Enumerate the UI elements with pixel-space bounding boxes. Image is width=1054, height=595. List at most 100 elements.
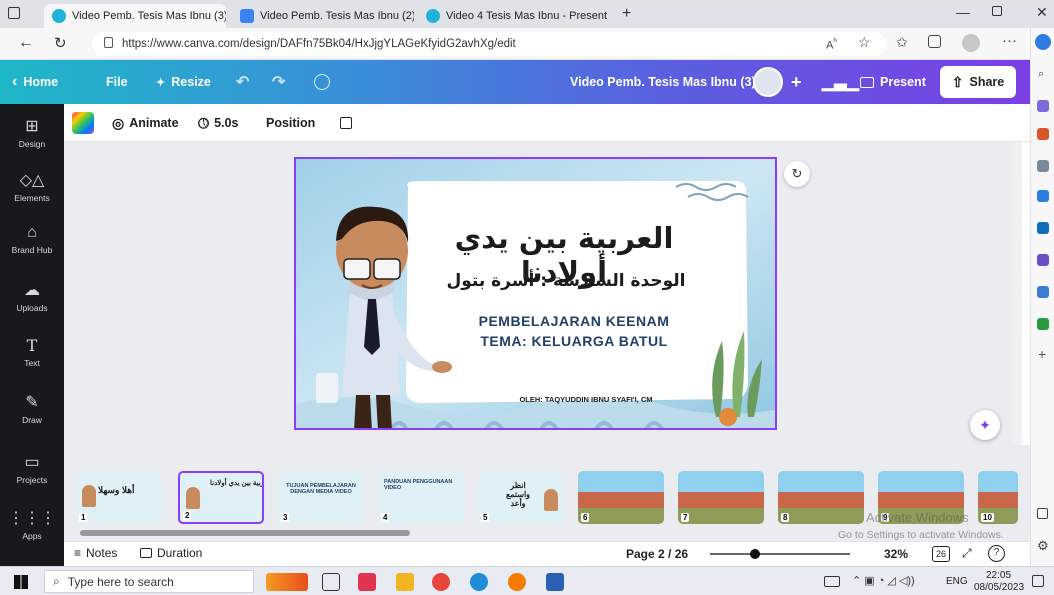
home-button[interactable]: ‹ Home — [12, 60, 58, 104]
outlook-icon[interactable] — [1037, 222, 1049, 234]
edge-icon[interactable] — [470, 573, 488, 591]
back-icon[interactable]: ← — [18, 34, 34, 52]
undo-button[interactable]: ↶ — [236, 60, 249, 104]
language-indicator[interactable]: ENG — [946, 576, 968, 587]
slide-line2[interactable]: TEMA: KELUARGA BATUL — [464, 333, 684, 349]
slide-2[interactable]: العربية بين يدي أولادنا الوحدة السادسة :… — [294, 157, 777, 430]
file-explorer-icon[interactable] — [396, 573, 414, 591]
present-button[interactable]: Present — [860, 60, 926, 104]
clock-time[interactable]: 22:05 — [986, 570, 1011, 581]
read-aloud-icon[interactable]: Aʰ — [826, 36, 837, 52]
sidebar-item-apps[interactable]: ⋮⋮⋮ Apps — [0, 508, 64, 541]
favorite-icon[interactable]: ☆ — [858, 34, 871, 51]
add-collaborator-button[interactable]: + — [791, 60, 802, 104]
clock-date[interactable]: 08/05/2023 — [974, 582, 1024, 593]
file-menu-button[interactable]: File — [106, 60, 128, 104]
search-app-icon[interactable] — [508, 573, 526, 591]
tab-actions-icon[interactable] — [8, 7, 20, 19]
add-sidebar-app-icon[interactable]: + — [1038, 346, 1046, 362]
word-icon[interactable] — [546, 573, 564, 591]
task-view-icon[interactable] — [322, 573, 340, 591]
restore-button[interactable] — [992, 6, 1002, 16]
zoom-level[interactable]: 32% — [884, 547, 908, 561]
sidebar-item-text[interactable]: T Text — [0, 336, 64, 368]
design-title[interactable]: Video Pemb. Tesis Mas Ibnu (3) — [570, 60, 756, 104]
fullscreen-icon[interactable]: ⤢ — [962, 546, 972, 561]
windows-start-icon[interactable] — [14, 575, 28, 589]
page-thumbnail[interactable]: TUJUAN PEMBELAJARAN DENGAN MEDIA VIDEO 3 — [278, 471, 364, 524]
url-field[interactable]: https://www.canva.com/design/DAFfn75Bk04… — [92, 32, 886, 56]
canvas-scrollbar[interactable] — [1012, 142, 1022, 445]
split-screen-icon[interactable] — [1037, 508, 1048, 519]
page-count-button[interactable]: 26 — [932, 546, 950, 562]
share-upload-icon: ⇧ — [951, 73, 964, 90]
page-indicator[interactable]: Page 2 / 26 — [626, 547, 688, 561]
taskbar-app-m-icon[interactable] — [358, 573, 376, 591]
profile-avatar-icon[interactable] — [962, 34, 980, 52]
bing-copilot-icon[interactable] — [1035, 34, 1051, 50]
browser-tab-2[interactable]: Video Pemb. Tesis Mas Ibnu (2) - ✕ — [232, 4, 414, 28]
sidebar-item-elements[interactable]: ◇△ Elements — [0, 170, 64, 203]
slide-line1[interactable]: PEMBELAJARAN KEENAM — [464, 313, 684, 329]
close-window-button[interactable]: ✕ — [1036, 4, 1048, 21]
duration-button[interactable]: 🕔︎ 5.0s — [198, 104, 238, 142]
sidebar-item-draw[interactable]: ✎ Draw — [0, 392, 64, 425]
activate-windows-watermark: Activate Windows — [866, 510, 969, 525]
minimize-button[interactable]: — — [956, 4, 970, 20]
zoom-slider[interactable] — [710, 553, 850, 555]
page-thumbnail[interactable]: 6 — [578, 471, 664, 524]
tag-icon[interactable] — [1037, 100, 1049, 112]
share-button[interactable]: ⇧ Share — [940, 66, 1016, 98]
taskbar-search-box[interactable]: ⌕ Type here to search — [44, 570, 254, 593]
cloud-saved-button[interactable] — [314, 60, 330, 104]
help-icon[interactable]: ? — [988, 545, 1005, 562]
sidebar-item-uploads[interactable]: ☁ Uploads — [0, 280, 64, 313]
duration-toggle-button[interactable]: Duration — [140, 546, 202, 560]
office-icon[interactable] — [1037, 190, 1049, 202]
collaborator-avatar[interactable] — [753, 67, 783, 97]
resize-button[interactable]: ✦ Resize — [156, 60, 211, 104]
page-thumbnail[interactable]: 8 — [778, 471, 864, 524]
magic-assistant-button[interactable]: ✦ — [970, 410, 1000, 440]
lock-button[interactable] — [340, 104, 352, 142]
drop-icon[interactable] — [1037, 286, 1049, 298]
sidebar-item-projects[interactable]: ▭ Projects — [0, 452, 64, 485]
browser-tab-3[interactable]: Video 4 Tesis Mas Ibnu - Present ✕ — [418, 4, 608, 28]
favorites-bar-icon[interactable]: ✩ — [896, 34, 908, 51]
filmstrip-scrollbar[interactable] — [80, 530, 410, 536]
more-menu-icon[interactable]: ··· — [1002, 32, 1017, 49]
insights-button[interactable]: ▁▃▁ — [822, 60, 859, 104]
games-icon[interactable] — [1037, 254, 1049, 266]
position-button[interactable]: Position — [266, 104, 315, 142]
page-thumbnail[interactable]: انظر واستمع وأعد 5 — [478, 471, 564, 524]
sidebar-item-brand-hub[interactable]: ⌂ Brand Hub — [0, 224, 64, 255]
shopping-icon[interactable] — [1037, 128, 1049, 140]
tree-icon[interactable] — [1037, 318, 1049, 330]
page-thumbnail[interactable]: 7 — [678, 471, 764, 524]
color-picker-swatch[interactable] — [72, 112, 94, 134]
tools-icon[interactable] — [1037, 160, 1049, 172]
redo-button[interactable]: ↷ — [272, 60, 285, 104]
sidebar-item-design[interactable]: ⊞ Design — [0, 116, 64, 149]
notes-button[interactable]: ≡ Notes — [74, 546, 117, 560]
regenerate-button[interactable]: ↻ — [784, 161, 810, 187]
taskbar-widget-icon[interactable] — [266, 573, 308, 591]
chrome-icon[interactable] — [432, 573, 450, 591]
page-thumbnail[interactable]: PANDUAN PENGGUNAAN VIDEO 4 — [378, 471, 464, 524]
zoom-slider-thumb[interactable] — [750, 549, 760, 559]
collections-icon[interactable] — [928, 35, 941, 48]
notifications-icon[interactable] — [1032, 575, 1044, 587]
page-thumbnail[interactable]: أهلا وسهلا 1 — [76, 471, 162, 524]
animate-button[interactable]: ◎ Animate — [112, 104, 179, 142]
keyboard-icon[interactable] — [824, 576, 840, 587]
system-tray-icons[interactable]: ⌃ ▣ ◔ ◿ ◁)) — [852, 574, 915, 587]
slide-subtitle-arabic[interactable]: الوحدة السادسة : أسرة بتول — [436, 271, 696, 291]
search-sidebar-icon[interactable]: ⌕ — [1038, 68, 1044, 81]
page-thumbnail[interactable]: 10 — [978, 471, 1018, 524]
slide-author[interactable]: OLEH: TAQYUDDIN IBNU SYAFI'I, CM — [491, 395, 681, 404]
new-tab-button[interactable]: + — [622, 5, 631, 23]
refresh-icon[interactable]: ↻ — [54, 34, 67, 52]
settings-gear-icon[interactable]: ⚙ — [1037, 538, 1049, 554]
browser-tab-1[interactable]: Video Pemb. Tesis Mas Ibnu (3) - ✕ — [44, 4, 226, 28]
page-thumbnail-selected[interactable]: العربية بين يدي أولادنا 2 — [178, 471, 264, 524]
